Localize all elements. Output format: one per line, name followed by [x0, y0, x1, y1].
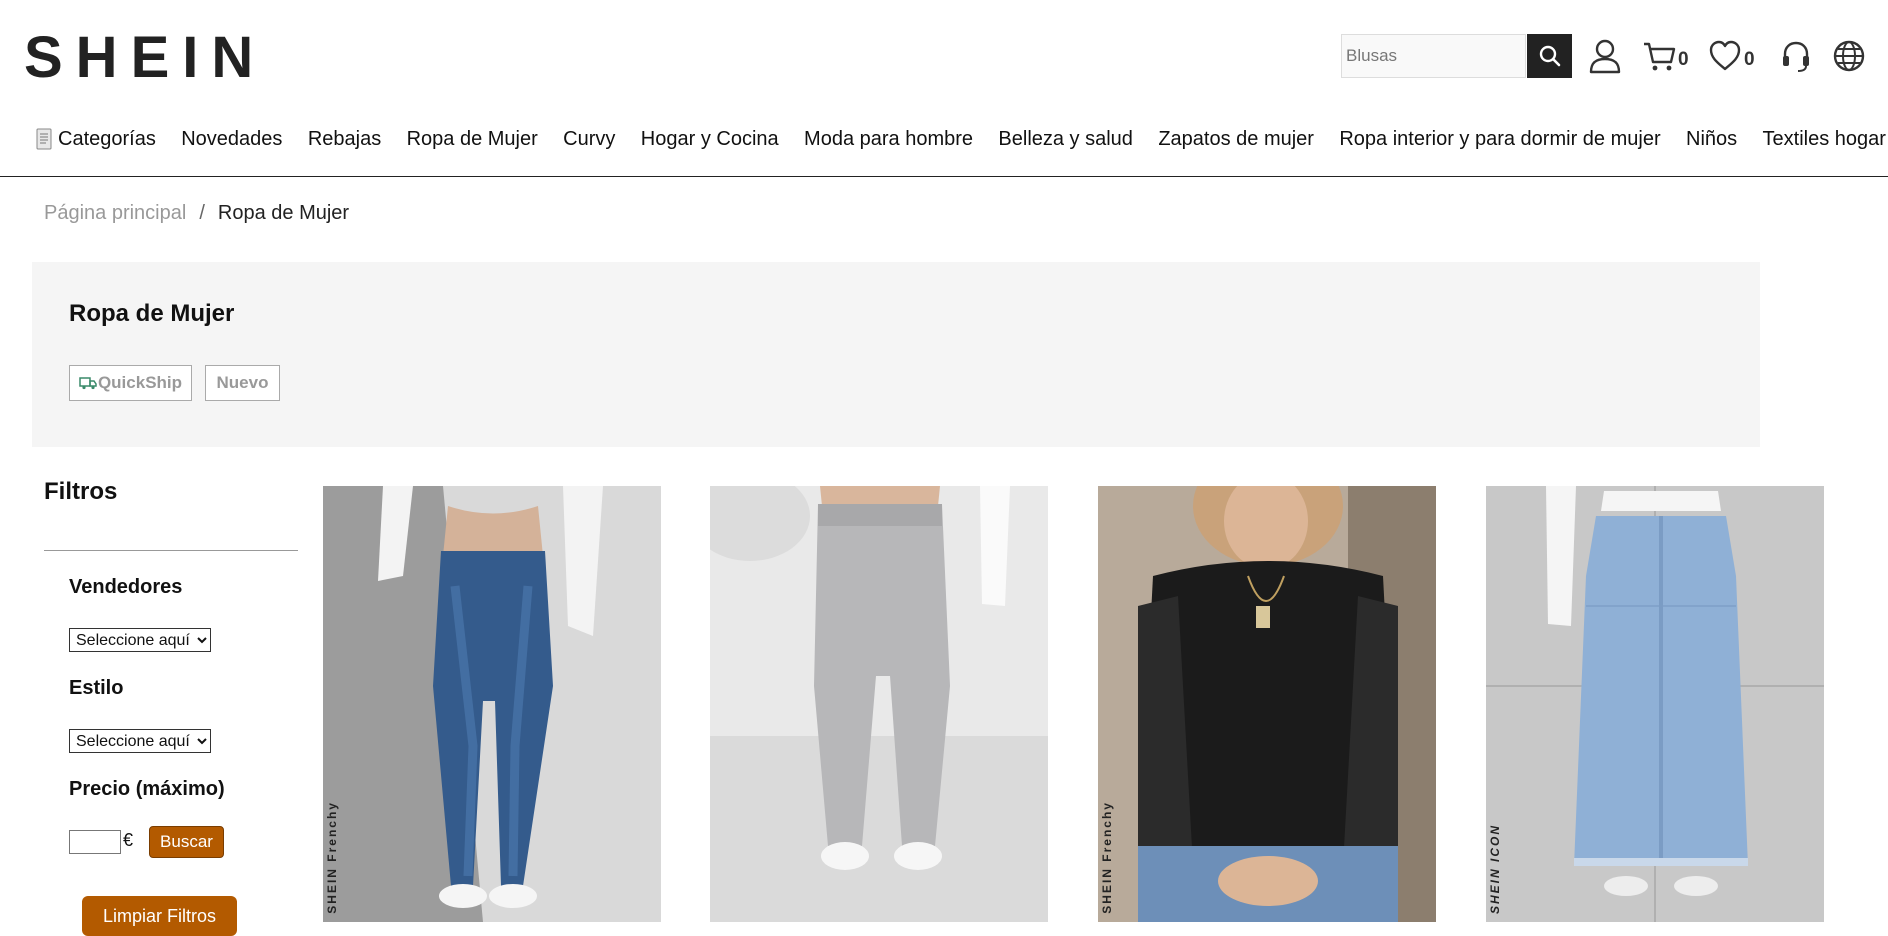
- document-icon: [36, 128, 52, 150]
- product-card[interactable]: [710, 486, 1048, 922]
- globe-icon: [1833, 40, 1865, 72]
- wishlist-count: 0: [1744, 49, 1755, 70]
- nav-item-hogar-y-cocina[interactable]: Hogar y Cocina: [641, 128, 779, 151]
- filters-panel: Filtros Vendedores Seleccione aquí Estil…: [44, 478, 298, 936]
- price-label: Precio (máximo): [69, 778, 225, 800]
- search-button[interactable]: [1527, 34, 1572, 78]
- product-card[interactable]: SHEIN Frenchy: [1098, 486, 1436, 922]
- product-watermark: SHEIN ICON: [1488, 823, 1502, 914]
- product-card[interactable]: SHEIN Frenchy: [323, 486, 661, 922]
- clear-filters-button[interactable]: Limpiar Filtros: [82, 896, 237, 936]
- product-card[interactable]: SHEIN ICON: [1486, 486, 1824, 922]
- nav-item-zapatos-mujer[interactable]: Zapatos de mujer: [1158, 128, 1314, 151]
- search-input[interactable]: [1341, 34, 1526, 78]
- sellers-label: Vendedores: [69, 576, 183, 598]
- nuevo-tag[interactable]: Nuevo: [205, 365, 280, 401]
- cart-count: 0: [1678, 49, 1689, 70]
- divider: [44, 550, 298, 551]
- quickship-label: QuickShip: [97, 373, 183, 392]
- page-title: Ropa de Mujer: [69, 300, 235, 327]
- nav-item-novedades[interactable]: Novedades: [181, 128, 282, 151]
- product-image[interactable]: [323, 486, 661, 922]
- wishlist-button[interactable]: 0: [1708, 36, 1755, 76]
- breadcrumb-separator: /: [199, 202, 205, 224]
- site-header: SHEIN 0 0 Categorías Novedades Rebajas R…: [0, 0, 1888, 177]
- filters-title: Filtros: [44, 478, 118, 505]
- support-button[interactable]: [1780, 36, 1812, 76]
- nav-label: Categorías: [58, 127, 156, 150]
- nav-item-moda-hombre[interactable]: Moda para hombre: [804, 128, 973, 151]
- breadcrumb-current: Ropa de Mujer: [217, 202, 350, 224]
- user-icon: [1589, 39, 1621, 74]
- cart-button[interactable]: 0: [1642, 36, 1689, 76]
- heart-icon: [1709, 40, 1741, 71]
- site-logo[interactable]: SHEIN: [24, 28, 266, 88]
- style-label: Estilo: [69, 677, 124, 699]
- language-button[interactable]: [1832, 36, 1866, 76]
- product-image[interactable]: [1486, 486, 1824, 922]
- currency-symbol: €: [123, 830, 134, 850]
- sellers-select[interactable]: Seleccione aquí: [69, 628, 211, 652]
- max-price-input[interactable]: [69, 830, 121, 854]
- breadcrumb-home-link[interactable]: Página principal: [44, 202, 186, 225]
- cart-icon: [1644, 42, 1676, 71]
- search-icon: [1539, 45, 1560, 67]
- search-filter-button[interactable]: Buscar: [149, 826, 224, 858]
- main-nav: Categorías Novedades Rebajas Ropa de Muj…: [36, 124, 1886, 154]
- account-button[interactable]: [1588, 36, 1622, 76]
- quickship-tag[interactable]: QuickShip: [69, 365, 192, 401]
- headset-icon: [1783, 41, 1809, 72]
- nav-item-ropa-interior[interactable]: Ropa interior y para dormir de mujer: [1339, 128, 1660, 151]
- nav-item-curvy[interactable]: Curvy: [563, 128, 615, 151]
- product-watermark: SHEIN Frenchy: [1100, 801, 1114, 914]
- breadcrumb: Página principal / Ropa de Mujer: [44, 202, 349, 225]
- product-watermark: SHEIN Frenchy: [325, 801, 339, 914]
- nav-item-textiles-hogar[interactable]: Textiles hogar: [1763, 128, 1886, 151]
- nav-item-ninos[interactable]: Niños: [1686, 128, 1737, 151]
- nav-item-belleza-salud[interactable]: Belleza y salud: [998, 128, 1133, 151]
- nav-item-rebajas[interactable]: Rebajas: [308, 128, 381, 151]
- product-image[interactable]: [1098, 486, 1436, 922]
- truck-icon: [79, 377, 97, 390]
- style-select[interactable]: Seleccione aquí: [69, 729, 211, 753]
- nav-item-categorias[interactable]: Categorías: [36, 128, 156, 151]
- product-image[interactable]: [710, 486, 1048, 922]
- nav-item-ropa-de-mujer[interactable]: Ropa de Mujer: [407, 128, 538, 151]
- category-banner: Ropa de Mujer QuickShip Nuevo: [32, 262, 1760, 447]
- search-bar: [1341, 34, 1572, 78]
